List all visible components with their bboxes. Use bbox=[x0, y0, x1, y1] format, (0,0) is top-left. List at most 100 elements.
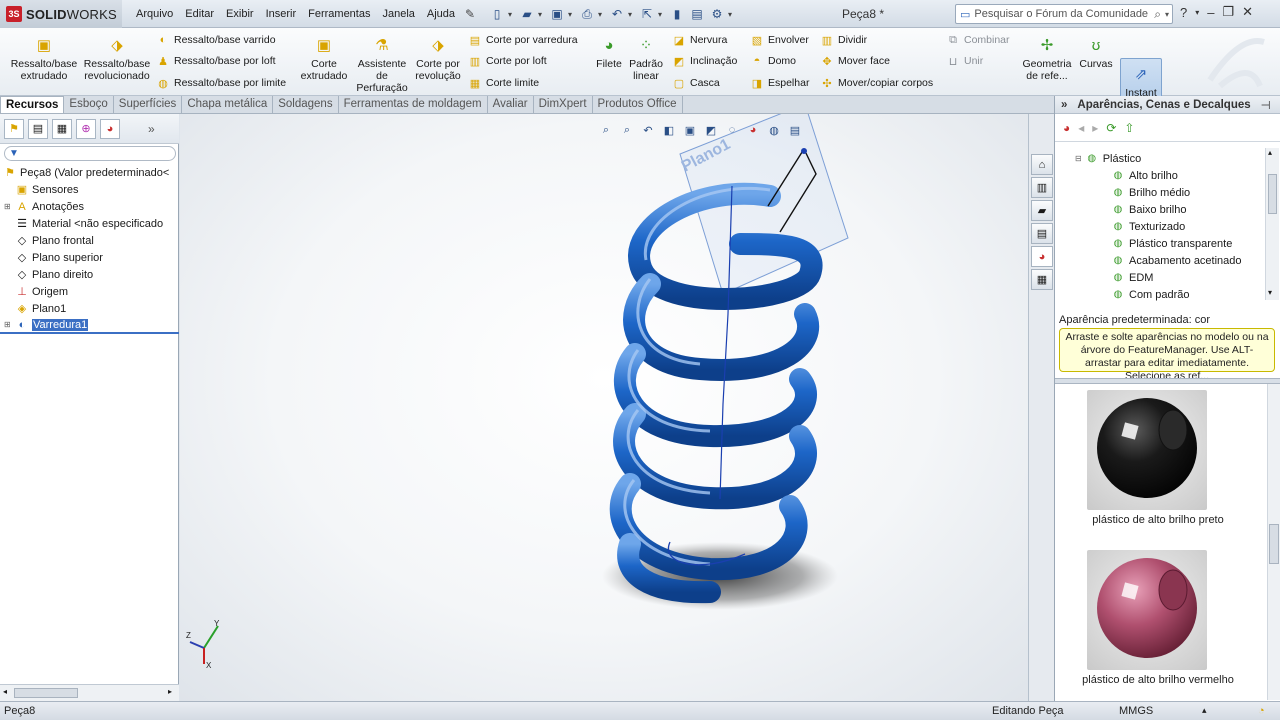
appearance-edm[interactable]: ◍ EDM bbox=[1111, 269, 1154, 286]
fillet-button[interactable]: ◕ Filete bbox=[592, 28, 626, 70]
reference-geometry-button[interactable]: ✢ Geometria de refe... bbox=[1020, 28, 1074, 82]
view-orientation-icon[interactable]: ▣ bbox=[682, 122, 698, 138]
swatch-vertical-scrollbar[interactable] bbox=[1267, 384, 1280, 700]
menu-editar[interactable]: Editar bbox=[179, 8, 220, 20]
chevron-down-icon[interactable]: ▾ bbox=[538, 10, 546, 19]
back-icon[interactable]: ◂ bbox=[1078, 121, 1084, 135]
hide-show-items-icon[interactable]: ◌ bbox=[724, 122, 740, 138]
tree-item-origem[interactable]: ⊥ Origem bbox=[0, 283, 179, 300]
dimxpert-manager-icon[interactable]: ⊕ bbox=[76, 118, 96, 139]
lofted-boss-button[interactable]: ♟ Ressalto/base por loft bbox=[156, 54, 276, 68]
scroll-up-icon[interactable]: ▴ bbox=[1268, 148, 1272, 157]
select-pointer-icon[interactable]: ⇱ bbox=[638, 5, 656, 23]
scrollbar-thumb[interactable] bbox=[1268, 174, 1277, 214]
tab-esboco[interactable]: Esboço bbox=[64, 96, 114, 113]
appearances-scenes-icon[interactable]: ◕ bbox=[1031, 246, 1053, 267]
open-folder-icon[interactable]: ▰ bbox=[518, 5, 536, 23]
sketch-point[interactable] bbox=[801, 148, 807, 154]
close-icon[interactable]: ✕ bbox=[1242, 4, 1253, 20]
combine-button[interactable]: ⧉ Combinar bbox=[946, 33, 1009, 47]
tree-item-plano-direito[interactable]: ◇ Plano direito bbox=[0, 266, 179, 283]
menu-janela[interactable]: Janela bbox=[376, 8, 420, 20]
restore-icon[interactable]: ❐ bbox=[1222, 4, 1234, 20]
scroll-left-icon[interactable]: ◂ bbox=[3, 687, 7, 696]
scroll-down-icon[interactable]: ▾ bbox=[1268, 288, 1272, 297]
chevron-down-icon[interactable]: ▾ bbox=[1165, 10, 1172, 19]
curves-button[interactable]: ʊ Curvas bbox=[1076, 28, 1116, 70]
swatch-black-gloss-plastic[interactable] bbox=[1087, 390, 1207, 510]
chevron-down-icon[interactable]: ▾ bbox=[628, 10, 636, 19]
menu-arquivo[interactable]: Arquivo bbox=[130, 8, 179, 20]
tree-item-sensores[interactable]: ▣ Sensores bbox=[0, 181, 179, 198]
tree-item-plano-superior[interactable]: ◇ Plano superior bbox=[0, 249, 179, 266]
chevron-down-icon[interactable]: ▾ bbox=[598, 10, 606, 19]
design-library-icon[interactable]: ▥ bbox=[1031, 177, 1053, 198]
tree-vertical-scrollbar[interactable]: ▴ ▾ bbox=[1265, 148, 1279, 300]
pane-splitter[interactable] bbox=[1055, 378, 1280, 384]
expand-icon[interactable]: ⊞ bbox=[4, 202, 12, 211]
shell-button[interactable]: ▢ Casca bbox=[672, 76, 720, 90]
revolved-cut-button[interactable]: ⬗ Corte por revolução bbox=[412, 28, 464, 82]
minimize-icon[interactable]: – bbox=[1207, 5, 1214, 20]
hole-wizard-button[interactable]: ⚗ Assistente de Perfuração bbox=[352, 28, 412, 94]
rebuild-status-icon[interactable]: ◔ bbox=[1258, 705, 1265, 717]
tree-item-anotacoes[interactable]: ⊞ A Anotações bbox=[0, 198, 179, 215]
help-icon[interactable]: ? bbox=[1180, 5, 1187, 20]
scroll-right-icon[interactable]: ▸ bbox=[168, 687, 172, 696]
menu-inserir[interactable]: Inserir bbox=[260, 8, 303, 20]
forward-icon[interactable]: ▸ bbox=[1092, 121, 1098, 135]
swatch-red-gloss-plastic[interactable] bbox=[1087, 550, 1207, 670]
save-icon[interactable]: ▣ bbox=[548, 5, 566, 23]
chevron-down-icon[interactable]: ▾ bbox=[658, 10, 666, 19]
tab-avaliar[interactable]: Avaliar bbox=[488, 96, 534, 113]
solidworks-logo[interactable]: 3S SOLIDWORKS bbox=[0, 0, 122, 28]
menu-ferramentas[interactable]: Ferramentas bbox=[302, 8, 376, 20]
zoom-to-area-icon[interactable]: ⌕ bbox=[619, 122, 635, 138]
appearance-acabamento-acetinado[interactable]: ◍ Acabamento acetinado bbox=[1111, 252, 1242, 269]
lofted-cut-button[interactable]: ▥ Corte por loft bbox=[468, 54, 547, 68]
refresh-icon[interactable]: ⟳ bbox=[1106, 121, 1116, 135]
solidworks-resources-icon[interactable]: ⌂ bbox=[1031, 154, 1053, 175]
rebuild-icon[interactable]: ▮ bbox=[668, 5, 686, 23]
boundary-boss-button[interactable]: ◍ Ressalto/base por limite bbox=[156, 76, 286, 90]
revolved-boss-button[interactable]: ⬗ Ressalto/base revolucionado bbox=[82, 28, 152, 82]
custom-properties-icon[interactable]: ▦ bbox=[1031, 269, 1053, 290]
configuration-manager-icon[interactable]: ▦ bbox=[52, 118, 72, 139]
tab-chapa-metalica[interactable]: Chapa metálica bbox=[182, 96, 274, 113]
options-icon[interactable]: ⚙ bbox=[708, 5, 726, 23]
appearance-icon[interactable]: ◕ bbox=[1063, 121, 1070, 135]
linear-pattern-button[interactable]: ⁘ Padrão linear bbox=[626, 28, 666, 82]
dome-button[interactable]: ◓ Domo bbox=[750, 54, 796, 68]
draft-button[interactable]: ◩ Inclinação bbox=[672, 54, 737, 68]
wrap-button[interactable]: ▧ Envolver bbox=[750, 33, 809, 47]
rib-button[interactable]: ◪ Nervura bbox=[672, 33, 728, 47]
community-search-input[interactable]: ▭ Pesquisar o Fórum da Comunidade ⌕ ▾ bbox=[955, 4, 1173, 24]
tab-recursos[interactable]: Recursos bbox=[0, 96, 65, 113]
view-settings-icon[interactable]: ▤ bbox=[787, 122, 803, 138]
edit-appearance-icon[interactable]: ◕ bbox=[745, 122, 761, 138]
tree-item-material[interactable]: ☰ Material <não especificado bbox=[0, 215, 179, 232]
appearance-baixo-brilho[interactable]: ◍ Baixo brilho bbox=[1111, 201, 1187, 218]
appearance-texturizado[interactable]: ◍ Texturizado bbox=[1111, 218, 1186, 235]
join-button[interactable]: ⊔ Unir bbox=[946, 54, 984, 68]
chevron-down-icon[interactable]: ▾ bbox=[568, 10, 576, 19]
boundary-cut-button[interactable]: ▦ Corte limite bbox=[468, 76, 539, 90]
apply-scene-icon[interactable]: ◍ bbox=[766, 122, 782, 138]
move-face-button[interactable]: ✥ Mover face bbox=[820, 54, 890, 68]
tab-superficies[interactable]: Superfícies bbox=[114, 96, 183, 113]
tab-soldagens[interactable]: Soldagens bbox=[273, 96, 339, 113]
display-manager-icon[interactable]: ◕ bbox=[100, 118, 120, 139]
display-style-icon[interactable]: ◩ bbox=[703, 122, 719, 138]
appearance-plastico-transparente[interactable]: ◍ Plástico transparente bbox=[1111, 235, 1233, 252]
new-document-icon[interactable]: ▯ bbox=[488, 5, 506, 23]
tree-item-plano1[interactable]: ◈ Plano1 bbox=[0, 300, 179, 317]
tree-root-part[interactable]: ⚑ Peça8 (Valor predeterminado< bbox=[0, 164, 179, 181]
horizontal-scrollbar[interactable]: ◂ ▸ bbox=[0, 684, 179, 701]
chevron-down-icon[interactable]: ▾ bbox=[1195, 8, 1199, 17]
swept-boss-button[interactable]: ◐ Ressalto/base varrido bbox=[156, 33, 276, 47]
status-units[interactable]: MMGS bbox=[1119, 705, 1153, 717]
move-copy-bodies-button[interactable]: ✣ Mover/copiar corpos bbox=[820, 76, 933, 90]
feature-manager-icon[interactable]: ⚑ bbox=[4, 118, 24, 139]
appearance-com-padrao[interactable]: ◍ Com padrão bbox=[1111, 286, 1190, 303]
scrollbar-thumb[interactable] bbox=[1269, 524, 1279, 564]
